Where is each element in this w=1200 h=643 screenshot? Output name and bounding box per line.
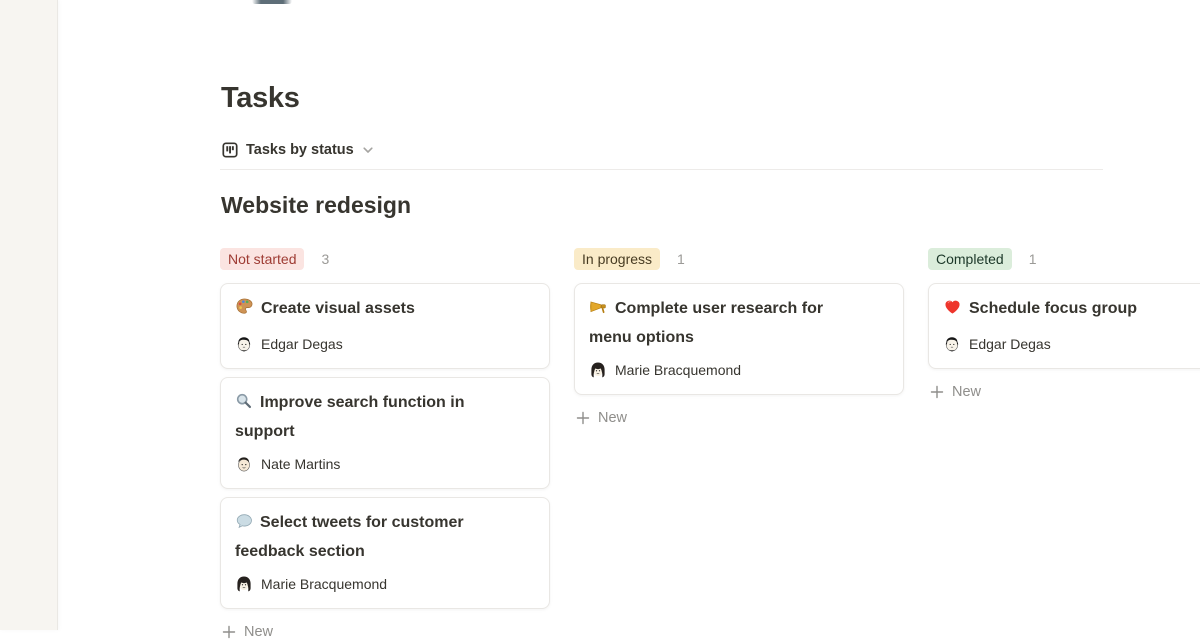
column-header: Not started 3 [220, 247, 550, 271]
assignee-row: Edgar Degas [943, 332, 1200, 356]
column-in-progress: In progress 1 Complete user research for… [574, 247, 904, 429]
megaphone-icon [589, 297, 608, 325]
task-card[interactable]: Create visual assets [220, 283, 550, 369]
assignee-name: Edgar Degas [969, 336, 1051, 352]
status-pill-not-started[interactable]: Not started [220, 248, 304, 270]
card-count: 1 [1029, 251, 1037, 267]
new-card-button[interactable]: New [574, 407, 904, 429]
column-header: In progress 1 [574, 247, 904, 271]
assignee-name: Edgar Degas [261, 336, 343, 352]
assignee-row: Marie Bracquemond [235, 572, 535, 596]
magnifying-glass-icon [235, 392, 253, 419]
column-completed: Completed 1 Schedule focus group [928, 247, 1200, 403]
marie-bracquemond-avatar [235, 575, 253, 593]
plus-icon [576, 411, 590, 425]
card-title: Complete user research for menu options [589, 296, 851, 351]
card-count: 1 [677, 251, 685, 267]
speech-bubble-icon [235, 512, 253, 539]
edgar-degas-avatar [235, 335, 253, 353]
new-card-button[interactable]: New [928, 381, 1200, 403]
board-view-icon [222, 142, 238, 158]
assignee-row: Nate Martins [235, 452, 535, 476]
status-pill-in-progress[interactable]: In progress [574, 248, 660, 270]
column-not-started: Not started 3 Create visual assets [220, 247, 550, 643]
page-content: Tasks Tasks by status Website redesign N… [220, 0, 1200, 643]
assignee-row: Edgar Degas [235, 332, 535, 356]
task-card[interactable]: Select tweets for customer feedback sect… [220, 497, 550, 609]
card-title: Create visual assets [235, 296, 497, 325]
assignee-row: Marie Bracquemond [589, 358, 889, 382]
nate-martins-avatar [235, 455, 253, 473]
task-card[interactable]: Improve search function in support Nate … [220, 377, 550, 489]
group-title: Website redesign [221, 189, 1200, 221]
plus-icon [930, 385, 944, 399]
header-divider [220, 169, 1103, 170]
edgar-degas-avatar [943, 335, 961, 353]
task-card[interactable]: Complete user research for menu options … [574, 283, 904, 395]
plus-icon [222, 625, 236, 639]
view-label: Tasks by status [246, 142, 354, 158]
kanban-board: Not started 3 Create visual assets [220, 247, 1200, 643]
view-switcher[interactable]: Tasks by status [220, 137, 376, 163]
chevron-down-icon [362, 144, 374, 156]
status-pill-completed[interactable]: Completed [928, 248, 1012, 270]
assignee-name: Marie Bracquemond [615, 362, 741, 378]
card-title: Select tweets for customer feedback sect… [235, 510, 497, 565]
artist-palette-icon [235, 297, 254, 325]
column-header: Completed 1 [928, 247, 1200, 271]
card-title: Schedule focus group [943, 296, 1200, 325]
marie-bracquemond-avatar [589, 361, 607, 379]
assignee-name: Marie Bracquemond [261, 576, 387, 592]
collapsed-sidebar-rail [0, 0, 58, 630]
page-title: Tasks [221, 80, 1200, 116]
red-heart-icon [943, 297, 962, 325]
card-title: Improve search function in support [235, 390, 497, 445]
new-card-button[interactable]: New [220, 621, 550, 643]
assignee-name: Nate Martins [261, 456, 340, 472]
task-card[interactable]: Schedule focus group [928, 283, 1200, 369]
card-count: 3 [321, 251, 329, 267]
